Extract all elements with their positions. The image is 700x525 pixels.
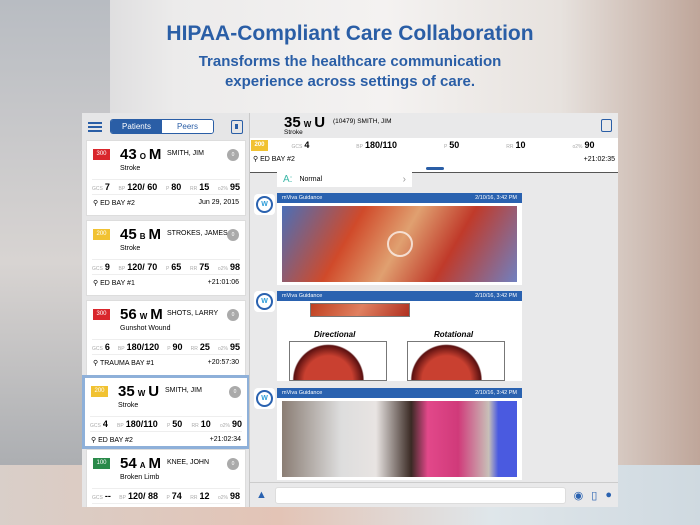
patient-list-panel: Patients Peers 300 43 O M SMITH, JIM Strok… <box>82 113 250 507</box>
message-input[interactable] <box>274 486 566 504</box>
headline: HIPAA-Compliant Care Collaboration <box>166 22 534 45</box>
acuity-badge: 200 <box>251 140 268 151</box>
elapsed-time: +21:02:35 <box>583 155 615 163</box>
patient-diagnosis: Broken Limb <box>120 474 160 481</box>
acuity-badge: 100 <box>93 458 110 469</box>
vitals-row: GCS 4 BP 180/110 P 50 RR 10 o2% 90 <box>90 416 242 432</box>
patient-diagnosis: Stroke <box>284 129 303 136</box>
chevron-right-icon: › <box>402 174 406 185</box>
microphone-icon[interactable]: ● <box>605 489 612 501</box>
patient-name: KNEE, JOHN <box>167 459 210 466</box>
video-thumbnail[interactable] <box>282 206 517 282</box>
edit-icon[interactable] <box>601 119 612 132</box>
alert-icon[interactable]: ▲ <box>256 489 267 501</box>
message[interactable]: mViva Guidance 2/10/16, 3:42 PM Direction… <box>277 291 522 381</box>
patient-name: (10479) SMITH, JIM <box>333 118 392 125</box>
compose-bar: ▲ ◉ ▯ ● <box>250 482 618 507</box>
detail-location-row: ⚲ ED BAY #2 +21:02:35 <box>250 152 618 166</box>
patient-diagnosis: Stroke <box>118 402 139 409</box>
patient-name: SHOTS, LARRY <box>167 310 219 317</box>
acuity-badge: 200 <box>91 386 108 397</box>
patient-age-sex: 45 B M <box>120 226 161 243</box>
patient-name: STROKES, JAMES <box>167 230 228 237</box>
patient-diagnosis: Stroke <box>120 245 141 252</box>
message-count-badge[interactable]: 0 <box>227 309 239 321</box>
message-count-badge[interactable]: 0 <box>227 229 239 241</box>
list-toggle: Patients Peers <box>110 119 214 134</box>
patient-card[interactable]: 100 54 A M KNEE, JOHN Broken Limb 0 GCS -- … <box>86 449 246 507</box>
patient-card[interactable]: 200 45 B M STROKES, JAMES Stroke 0 GCS 9 BP… <box>86 220 246 296</box>
location-row: ⚲ TRAUMA BAY #1 +20:57:30 <box>93 359 239 367</box>
acuity-badge: 300 <box>93 309 110 320</box>
patient-age-sex: 56 W M <box>120 306 163 323</box>
patient-detail-panel: 35 W U (10479) SMITH, JIM Stroke 200 GCS 4 … <box>250 113 618 507</box>
attach-document-icon[interactable]: ▯ <box>591 489 597 502</box>
patient-name: SMITH, JIM <box>167 150 204 157</box>
avatar: W <box>254 194 275 215</box>
message[interactable]: mViva Guidance 2/10/16, 3:42 PM <box>277 193 522 285</box>
avatar: W <box>254 388 275 409</box>
vitals-row: GCS 7 BP 120/ 60 P 80 RR 15 o2% 95 <box>92 179 240 195</box>
patient-age-sex: 35 W U <box>118 383 160 400</box>
play-icon[interactable] <box>387 231 413 257</box>
tab-peers[interactable]: Peers <box>162 120 213 133</box>
patient-card[interactable]: 200 35 W U SMITH, JIM Stroke 0 GCS 4 BP 180/… <box>82 375 249 449</box>
subline-1: Transforms the healthcare communication <box>198 53 502 70</box>
patient-card[interactable]: 300 43 O M SMITH, JIM Stroke 0 GCS 7 BP 120/… <box>86 140 246 216</box>
patient-age-sex: 43 O M <box>120 146 162 163</box>
vitals-row: GCS 6 BP 180/120 P 90 RR 25 o2% 95 <box>92 339 240 355</box>
location: ED BAY #2 <box>260 156 295 163</box>
subline-2: experience across settings of care. <box>224 73 476 90</box>
message-count-badge[interactable]: 0 <box>229 386 241 398</box>
vitals-row: GCS 9 BP 120/ 70 P 65 RR 75 o2% 98 <box>92 259 240 275</box>
clipboard-icon[interactable] <box>231 119 243 134</box>
tab-patients[interactable]: Patients <box>111 120 162 133</box>
patient-diagnosis: Stroke <box>120 165 141 172</box>
acuity-badge: 200 <box>93 229 110 240</box>
subheadline: Transforms the healthcare communication e… <box>0 52 700 92</box>
menu-icon[interactable] <box>88 121 102 132</box>
acuity-badge: 300 <box>93 149 110 160</box>
avatar: W <box>254 291 275 312</box>
patient-name: SMITH, JIM <box>165 387 202 394</box>
message-count-badge[interactable]: 0 <box>227 458 239 470</box>
app-window: Patients Peers 300 43 O M SMITH, JIM Strok… <box>82 113 618 507</box>
camera-icon[interactable]: ◉ <box>574 489 584 502</box>
patient-age-sex: 54 A M <box>120 455 161 472</box>
message-count-badge[interactable]: 0 <box>227 149 239 161</box>
detail-vitals: 200 GCS 4 BP 180/110 P 50 RR 10 o2% 90 <box>250 138 618 152</box>
patient-card[interactable]: 300 56 W M SHOTS, LARRY Gunshot Wound 0 GC… <box>86 300 246 376</box>
vitals-row: GCS -- BP 120/ 88 P 74 RR 12 o2% 98 <box>92 488 240 504</box>
location-row: ⚲ ED BAY #1 +21:01:06 <box>93 279 239 287</box>
patient-diagnosis: Gunshot Wound <box>120 325 171 332</box>
assessment-row[interactable]: A: Normal › <box>277 172 412 187</box>
diagram-image[interactable]: Directional Rotational <box>277 301 522 381</box>
location-row: ⚲ ED BAY #2 Jun 29, 2015 <box>93 199 239 207</box>
photo-image[interactable] <box>282 401 517 477</box>
location-row: ⚲ ED BAY #2 +21:02:34 <box>91 436 241 444</box>
detail-header: 35 W U (10479) SMITH, JIM Stroke <box>250 113 618 138</box>
message[interactable]: mViva Guidance 2/10/16, 3:42 PM <box>277 388 522 480</box>
